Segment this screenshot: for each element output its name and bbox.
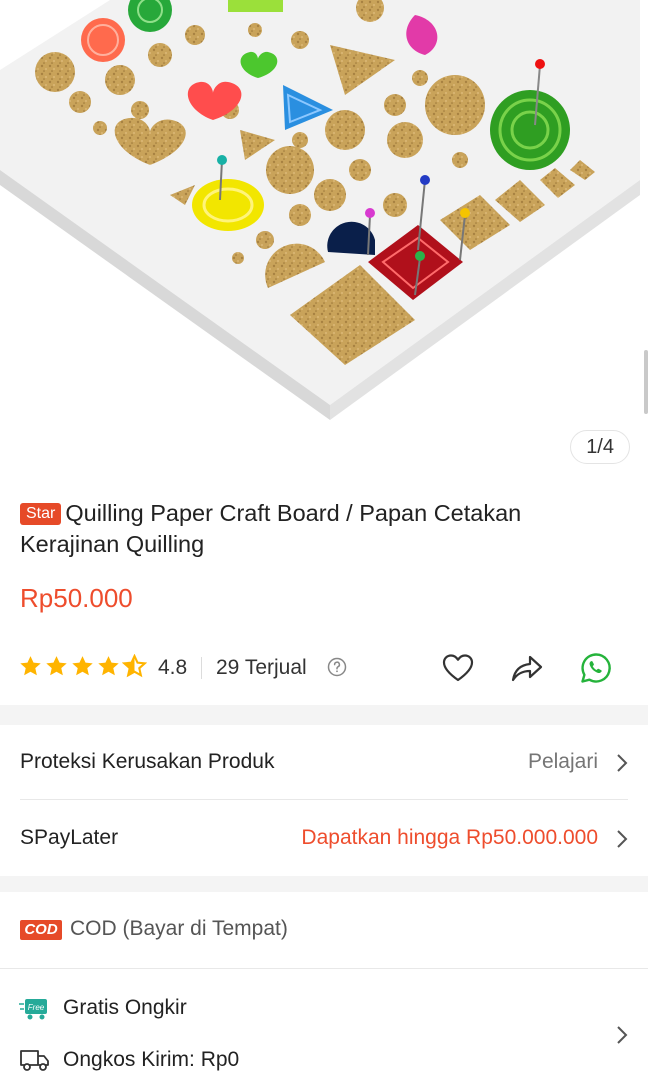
protection-row[interactable]: Proteksi Kerusakan Produk Pelajari — [0, 726, 648, 800]
protection-label: Proteksi Kerusakan Produk — [20, 750, 275, 773]
star-seller-badge: Star — [20, 503, 62, 525]
chevron-right-icon — [617, 754, 628, 772]
product-price: Rp50.000 — [20, 583, 133, 613]
chevron-right-icon — [617, 830, 628, 848]
product-title-block: Star Quilling Paper Craft Board / Papan C… — [20, 498, 620, 560]
row-divider — [20, 799, 628, 800]
product-title: Quilling Paper Craft Board / Papan Cetak… — [20, 500, 522, 557]
star-icon — [20, 656, 41, 676]
rating-value: 4.8 — [158, 656, 188, 679]
cod-badge: COD — [20, 920, 62, 940]
image-scroll-indicator — [644, 350, 648, 414]
shipping-cost-label: Ongkos Kirim: Rp0 — [63, 1048, 240, 1071]
quilling-board-illustration — [0, 0, 640, 420]
whatsapp-icon[interactable] — [578, 650, 614, 686]
section-separator — [0, 876, 648, 892]
spaylater-offer: Dapatkan hingga Rp50.000.000 — [301, 826, 598, 849]
star-icon — [72, 656, 93, 676]
image-counter: 1/4 — [570, 430, 630, 464]
heart-icon[interactable] — [440, 650, 476, 686]
section-separator — [0, 705, 648, 725]
help-icon[interactable] — [327, 657, 347, 677]
cod-label: COD (Bayar di Tempat) — [70, 917, 288, 940]
free-shipping-label: Gratis Ongkir — [63, 996, 187, 1019]
rating-row: 4.8 29 Terjual — [18, 648, 630, 688]
star-icon — [98, 656, 119, 676]
star-icon — [46, 656, 67, 676]
rating-stars[interactable] — [18, 654, 147, 679]
sold-count: 29 Terjual — [216, 656, 307, 679]
shipping-section[interactable]: Free Gratis Ongkir Ongkos Kirim: Rp0 — [0, 970, 648, 1080]
spaylater-row[interactable]: SPayLater Dapatkan hingga Rp50.000.000 — [0, 802, 648, 876]
chevron-right-icon — [617, 1026, 628, 1044]
truck-icon — [20, 1050, 49, 1071]
row-divider — [0, 968, 648, 969]
star-half-icon — [122, 654, 147, 678]
protection-learn-link[interactable]: Pelajari — [528, 750, 598, 774]
free-shipping-icon: Free — [19, 999, 47, 1020]
rating-divider — [201, 657, 202, 679]
spaylater-label: SPayLater — [20, 826, 119, 849]
free-badge-text: Free — [28, 1003, 45, 1012]
share-icon[interactable] — [509, 650, 545, 686]
product-image[interactable]: 1/4 — [0, 0, 648, 480]
